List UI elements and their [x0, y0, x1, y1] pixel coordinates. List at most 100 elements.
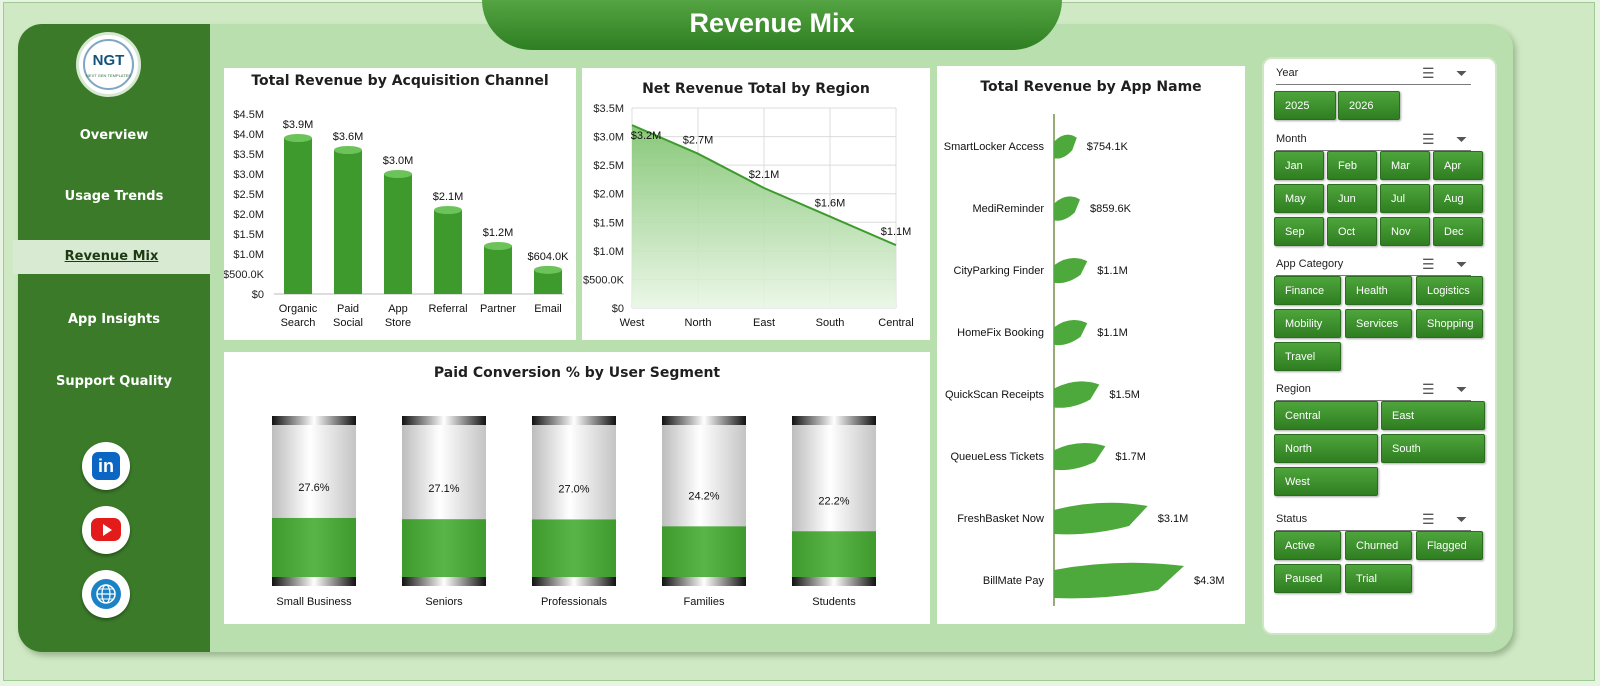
- y-tick-label: $1.5M: [593, 217, 624, 229]
- website-button[interactable]: [82, 570, 130, 618]
- nav-support-quality[interactable]: Support Quality: [18, 374, 210, 389]
- linkedin-icon: in: [92, 452, 120, 480]
- y-tick-label: $2.5M: [233, 189, 264, 201]
- youtube-button[interactable]: [82, 506, 130, 554]
- bar-top: [484, 242, 512, 250]
- filter-option[interactable]: Trial: [1345, 564, 1412, 593]
- x-tick-label: Central: [878, 317, 913, 329]
- filter-header: Status ☰ ⏷: [1276, 511, 1471, 531]
- globe-icon: [91, 579, 121, 609]
- y-tick-label: QueueLess Tickets: [950, 451, 1044, 463]
- filter-option[interactable]: North: [1274, 434, 1378, 463]
- filter-header: Month ☰ ⏷: [1276, 131, 1471, 151]
- filter-label: App Category: [1276, 258, 1344, 270]
- multi-select-icon[interactable]: ☰: [1422, 256, 1435, 273]
- bar: [1054, 381, 1100, 408]
- filter-option[interactable]: Apr: [1433, 151, 1483, 180]
- x-tick-label: Students: [812, 596, 856, 608]
- filter-option[interactable]: Feb: [1327, 151, 1377, 180]
- y-tick-label: $1.5M: [233, 229, 264, 241]
- filter-option[interactable]: Shopping: [1416, 309, 1483, 338]
- gauge-cap-bottom: [272, 577, 356, 586]
- filter-option[interactable]: Jul: [1380, 184, 1430, 213]
- sidebar: NGT NEXT GEN TEMPLATES Overview Usage Tr…: [13, 24, 210, 652]
- bar: [384, 174, 412, 294]
- filter-option[interactable]: Paused: [1274, 564, 1341, 593]
- filter-option[interactable]: Active: [1274, 531, 1341, 560]
- data-label: $2.1M: [433, 191, 464, 203]
- filter-option[interactable]: Dec: [1433, 217, 1483, 246]
- gauge-cap-top: [662, 416, 746, 425]
- y-tick-label: $2.0M: [593, 189, 624, 201]
- y-tick-label: $500.0K: [224, 269, 265, 281]
- filter-header: Region ☰ ⏷: [1276, 381, 1471, 401]
- filter-option[interactable]: 2026: [1338, 91, 1400, 120]
- filter-option[interactable]: 2025: [1274, 91, 1336, 120]
- filter-option[interactable]: Finance: [1274, 276, 1341, 305]
- multi-select-icon[interactable]: ☰: [1422, 65, 1435, 82]
- bar: [1054, 502, 1148, 535]
- nav-overview[interactable]: Overview: [18, 128, 210, 143]
- company-logo[interactable]: NGT NEXT GEN TEMPLATES: [76, 32, 141, 97]
- data-label: 24.2%: [688, 490, 719, 502]
- nav-revenue-mix[interactable]: Revenue Mix: [13, 240, 210, 274]
- filter-option[interactable]: South: [1381, 434, 1485, 463]
- clear-filter-icon[interactable]: ⏷: [1456, 511, 1467, 528]
- gauge-cap-top: [402, 416, 486, 425]
- x-tick-label: Referral: [428, 303, 467, 315]
- filter-header: Year ☰ ⏷: [1276, 65, 1471, 85]
- gauge-cap-bottom: [792, 577, 876, 586]
- y-tick-label: FreshBasket Now: [957, 513, 1044, 525]
- filter-option[interactable]: Logistics: [1416, 276, 1483, 305]
- nav-usage-trends[interactable]: Usage Trends: [18, 189, 210, 204]
- clear-filter-icon[interactable]: ⏷: [1456, 65, 1467, 82]
- y-tick-label: $4.0M: [233, 129, 264, 141]
- filter-label: Region: [1276, 383, 1311, 395]
- region-revenue-panel: Net Revenue Total by Region $0 $500.0K $1.…: [580, 66, 932, 342]
- multi-select-icon[interactable]: ☰: [1422, 381, 1435, 398]
- filter-option[interactable]: Travel: [1274, 342, 1341, 371]
- filter-option[interactable]: West: [1274, 467, 1378, 496]
- filter-option[interactable]: Health: [1345, 276, 1412, 305]
- gauge-cap-top: [532, 416, 616, 425]
- filter-option[interactable]: Oct: [1327, 217, 1377, 246]
- x-tick-label: Professionals: [541, 596, 608, 608]
- clear-filter-icon[interactable]: ⏷: [1456, 381, 1467, 398]
- filter-option[interactable]: Mobility: [1274, 309, 1341, 338]
- filter-option[interactable]: Services: [1345, 309, 1412, 338]
- data-label: $4.3M: [1194, 575, 1225, 587]
- clear-filter-icon[interactable]: ⏷: [1456, 256, 1467, 273]
- y-tick-label: MediReminder: [972, 203, 1044, 215]
- logo-text: NGT: [92, 52, 125, 69]
- filter-option[interactable]: East: [1381, 401, 1485, 430]
- gauge-cap-bottom: [532, 577, 616, 586]
- filter-option[interactable]: Flagged: [1416, 531, 1483, 560]
- conversion-panel: Paid Conversion % by User Segment 27.6% S…: [222, 350, 932, 626]
- bar: [484, 246, 512, 294]
- x-tick-label: Social: [333, 317, 363, 329]
- filter-option[interactable]: Mar: [1380, 151, 1430, 180]
- filter-option[interactable]: Central: [1274, 401, 1378, 430]
- filter-option[interactable]: Sep: [1274, 217, 1324, 246]
- gauge-fill: [532, 519, 616, 586]
- nav-app-insights[interactable]: App Insights: [18, 312, 210, 327]
- data-label: $604.0K: [528, 251, 570, 263]
- y-tick-label: $0: [252, 289, 264, 301]
- clear-filter-icon[interactable]: ⏷: [1456, 131, 1467, 148]
- data-label: $859.6K: [1090, 203, 1132, 215]
- filter-option[interactable]: Churned: [1345, 531, 1412, 560]
- multi-select-icon[interactable]: ☰: [1422, 511, 1435, 528]
- filter-option[interactable]: Jan: [1274, 151, 1324, 180]
- x-tick-label: Organic: [279, 303, 318, 315]
- y-tick-label: HomeFix Booking: [957, 327, 1044, 339]
- x-tick-label: App: [388, 303, 408, 315]
- filter-option[interactable]: May: [1274, 184, 1324, 213]
- y-tick-label: $500.0K: [583, 274, 625, 286]
- linkedin-button[interactable]: in: [82, 442, 130, 490]
- filter-option[interactable]: Aug: [1433, 184, 1483, 213]
- multi-select-icon[interactable]: ☰: [1422, 131, 1435, 148]
- y-tick-label: BillMate Pay: [983, 575, 1045, 587]
- filter-option[interactable]: Nov: [1380, 217, 1430, 246]
- filter-option[interactable]: Jun: [1327, 184, 1377, 213]
- x-tick-label: Store: [385, 317, 411, 329]
